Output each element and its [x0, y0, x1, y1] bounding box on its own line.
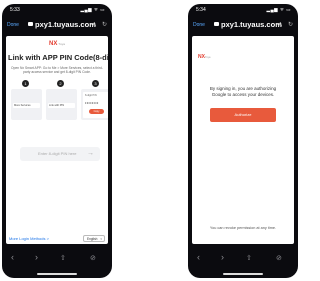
- step-3-pin-card: 8-digit PIN •••••••• Copy: [83, 92, 108, 118]
- revoke-permission-text: You can revoke permission at any time.: [209, 226, 277, 230]
- logo-small: Tuya: [204, 56, 211, 59]
- status-icons: ▂▄▆ ᯤ ▭: [80, 7, 105, 12]
- reader-aa-button[interactable]: ᴀA: [90, 18, 96, 32]
- brand-logo: NXTuya: [198, 54, 210, 60]
- lock-icon: [28, 22, 33, 26]
- url-bar: Done pxy1.tuyaus.com ᴀA ↻: [2, 18, 112, 32]
- url-host-text: pxy1.tuyaus.com: [221, 20, 282, 29]
- web-content: NXTuya By signing in, you are authorizin…: [192, 36, 294, 244]
- compass-icon[interactable]: ⊘: [90, 254, 96, 262]
- logo-small: Tuya: [58, 42, 65, 46]
- instructions-text: Open Nx Smart APP: Go to Me > More Servi…: [11, 66, 103, 75]
- back-icon[interactable]: ‹: [11, 252, 14, 262]
- logo-mark: NX: [49, 41, 58, 47]
- phone-right: 5:34 ▂▄▆ ᯤ ▭ Done pxy1.tuyaus.com ᴀA ↻ N…: [188, 4, 298, 278]
- browser-toolbar: ‹ › ⇧ ⊘: [2, 250, 112, 270]
- home-indicator: [37, 273, 77, 275]
- url-host-text: pxy1.tuyaus.com: [35, 20, 96, 29]
- share-icon[interactable]: ⇧: [60, 254, 66, 262]
- status-icons: ▂▄▆ ᯤ ▭: [266, 7, 291, 12]
- logo-mark: NX: [198, 54, 205, 60]
- arrow-right-icon[interactable]: →: [87, 147, 94, 161]
- status-time: 5:34: [196, 7, 206, 13]
- url-host[interactable]: pxy1.tuyaus.com: [214, 18, 282, 32]
- browser-toolbar: ‹ › ⇧ ⊘: [188, 250, 298, 270]
- steps-illustration: 1 2 3 More Services Link with PIN 8-digi…: [9, 80, 108, 122]
- more-login-methods-link[interactable]: More Login Methods >: [9, 236, 49, 241]
- compass-icon[interactable]: ⊘: [276, 254, 282, 262]
- authorization-text: By signing in, you are authorizing Googl…: [209, 86, 277, 97]
- step-number-3: 3: [92, 80, 99, 87]
- step-1-card: More Services: [11, 89, 42, 120]
- authorize-button[interactable]: Authorize: [210, 108, 276, 122]
- step-2-label: Link with PIN: [48, 103, 75, 108]
- reload-icon[interactable]: ↻: [288, 18, 293, 32]
- back-icon[interactable]: ‹: [197, 252, 200, 262]
- status-time: 5:33: [10, 7, 20, 13]
- share-icon[interactable]: ⇧: [246, 254, 252, 262]
- url-bar: Done pxy1.tuyaus.com ᴀA ↻: [188, 18, 298, 32]
- reload-icon[interactable]: ↻: [102, 18, 107, 32]
- pin-input-placeholder: Enter 8-digit PIN here: [38, 151, 77, 156]
- language-select[interactable]: English ▾: [83, 235, 105, 242]
- step-2-card: Link with PIN: [46, 89, 77, 120]
- status-bar: 5:33 ▂▄▆ ᯤ ▭: [2, 4, 112, 16]
- step-3-card: 8-digit PIN •••••••• Copy: [81, 89, 108, 120]
- page-title: Link with APP PIN Code(8-digit): [8, 53, 108, 62]
- forward-icon[interactable]: ›: [221, 252, 224, 262]
- chevron-down-icon: ▾: [100, 237, 102, 241]
- web-content: NXTuya Link with APP PIN Code(8-digit) O…: [6, 36, 108, 244]
- step-1-label: More Services: [13, 103, 40, 108]
- reader-aa-button[interactable]: ᴀA: [276, 18, 282, 32]
- status-bar: 5:34 ▂▄▆ ᯤ ▭: [188, 4, 298, 16]
- brand-logo: NXTuya: [49, 41, 65, 47]
- url-host[interactable]: pxy1.tuyaus.com: [28, 18, 96, 32]
- done-button[interactable]: Done: [7, 18, 19, 32]
- lock-icon: [214, 22, 219, 26]
- step-3-copy-button: Copy: [89, 109, 104, 114]
- language-value: English: [87, 237, 98, 241]
- step-3-pin-dots: ••••••••: [85, 100, 99, 105]
- pin-input[interactable]: Enter 8-digit PIN here →: [20, 147, 100, 161]
- step-number-1: 1: [22, 80, 29, 87]
- step-3-label: 8-digit PIN: [85, 94, 97, 97]
- done-button[interactable]: Done: [193, 18, 205, 32]
- forward-icon[interactable]: ›: [35, 252, 38, 262]
- step-number-2: 2: [57, 80, 64, 87]
- phone-left: 5:33 ▂▄▆ ᯤ ▭ Done pxy1.tuyaus.com ᴀA ↻ N…: [2, 4, 112, 278]
- home-indicator: [223, 273, 263, 275]
